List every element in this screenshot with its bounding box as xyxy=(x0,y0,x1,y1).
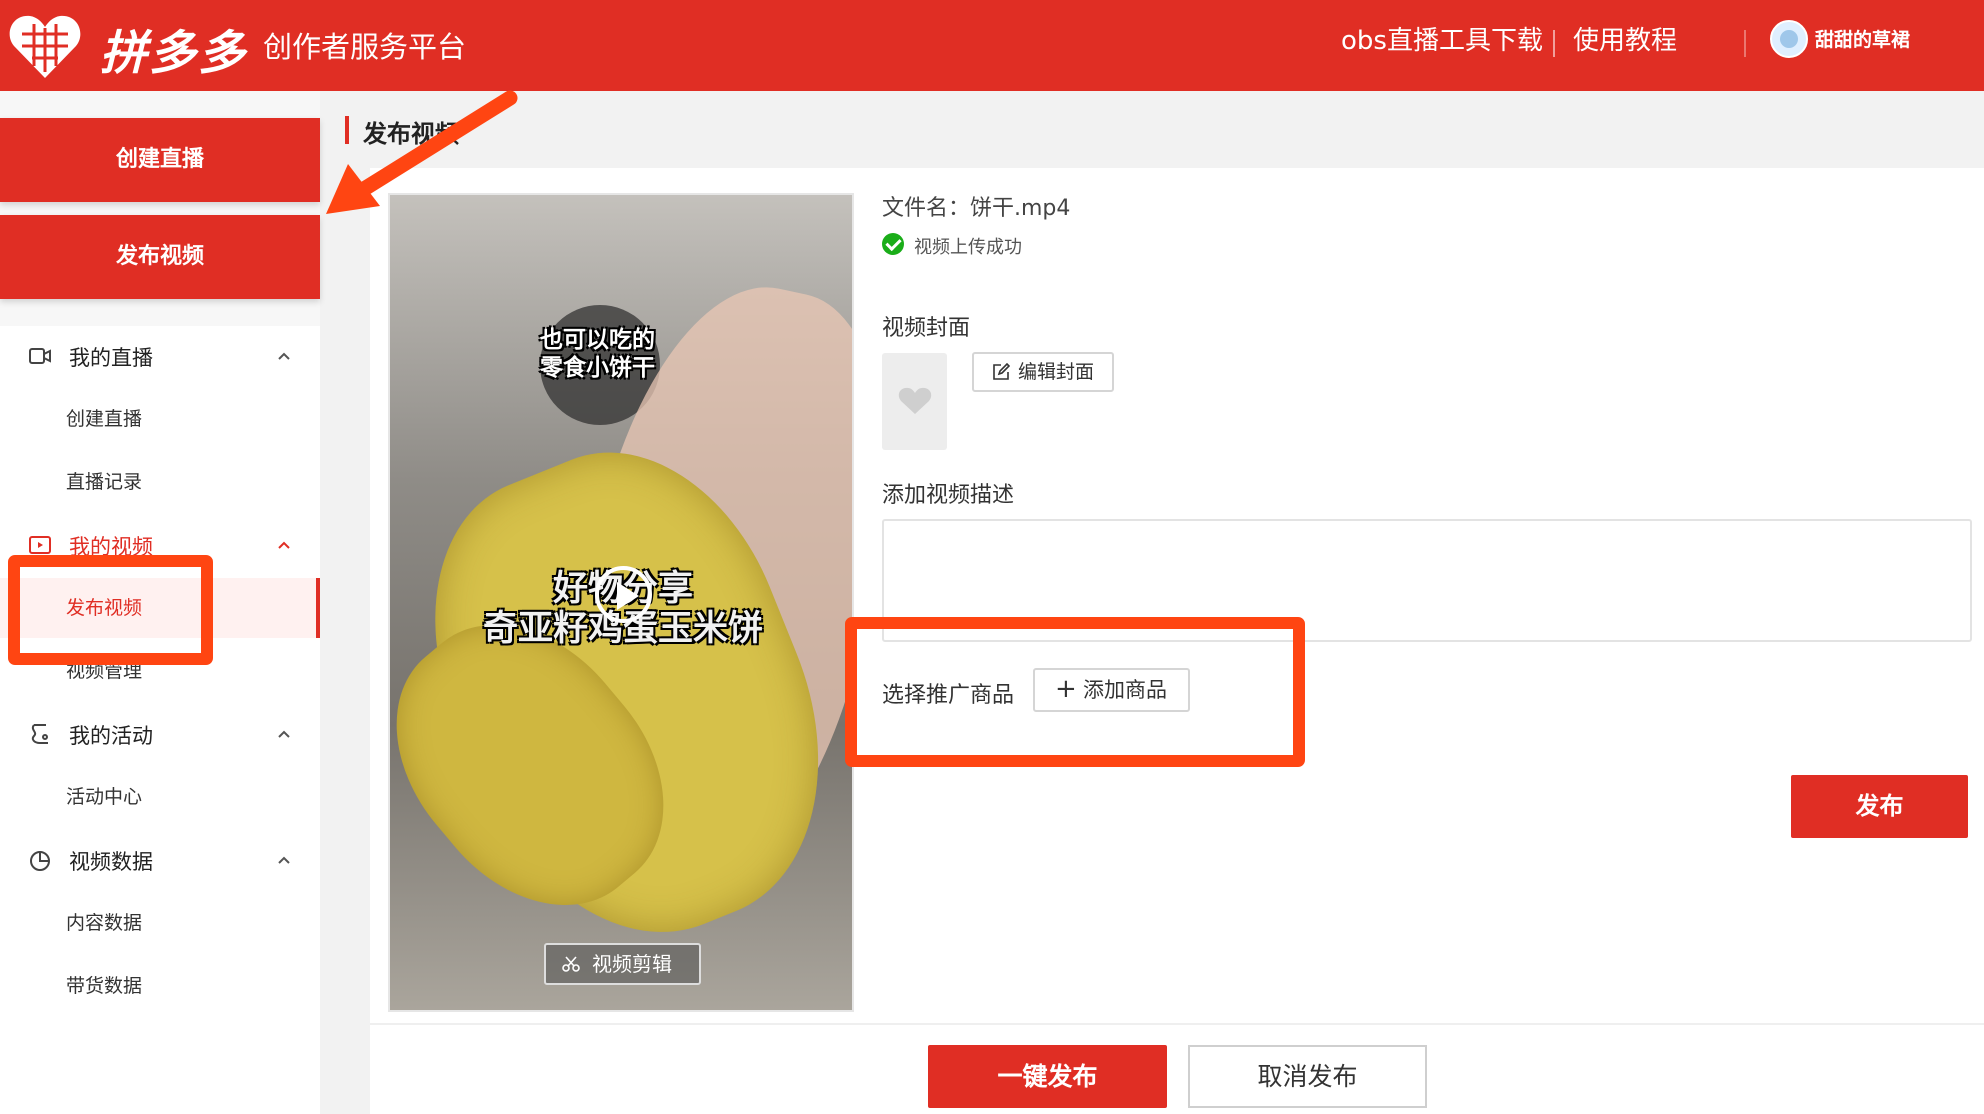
video-preview[interactable]: 也可以吃的 零食小饼干 好物分享 奇亚籽鸡蛋玉米饼 视频剪辑 xyxy=(388,193,854,1012)
one-click-publish-button[interactable]: 一键发布 xyxy=(928,1045,1167,1108)
tutorial-link[interactable]: 使用教程 xyxy=(1573,25,1677,57)
top-header: 拼多多 创作者服务平台 obs直播工具下载 使用教程 甜甜的草裙 xyxy=(0,0,1984,91)
chevron-up-icon xyxy=(278,352,290,360)
menu-group-video-stats[interactable]: 视频数据 xyxy=(0,830,320,890)
cover-thumbnail[interactable] xyxy=(882,353,947,450)
pinduoduo-logo xyxy=(9,15,81,78)
annotation-highlight-box xyxy=(8,555,213,665)
description-label: 添加视频描述 xyxy=(882,483,1015,508)
sidebar-menu: 我的直播 创建直播 直播记录 我的视频 发布视频 视频管理 我的活动 活动中心 … xyxy=(0,326,320,1114)
play-icon[interactable] xyxy=(595,566,652,623)
scissors-icon xyxy=(562,956,580,972)
main-header-strip xyxy=(344,91,1984,171)
cancel-publish-button[interactable]: 取消发布 xyxy=(1188,1045,1427,1108)
create-live-button[interactable]: 创建直播 xyxy=(0,118,320,202)
sidebar-item-activity-center[interactable]: 活动中心 xyxy=(0,767,320,827)
divider xyxy=(370,1023,1984,1025)
check-circle-icon xyxy=(882,233,904,255)
activity-icon xyxy=(31,724,48,744)
annotation-highlight-box xyxy=(845,617,1305,767)
chevron-up-icon xyxy=(278,856,290,864)
avatar[interactable] xyxy=(1770,20,1808,58)
brand-name: 拼多多 xyxy=(100,26,247,81)
header-divider xyxy=(1553,30,1555,57)
menu-group-my-activities[interactable]: 我的活动 xyxy=(0,704,320,764)
chevron-up-icon xyxy=(278,541,290,549)
video-caption: 零食小饼干 xyxy=(540,355,655,381)
header-divider xyxy=(1744,30,1746,57)
video-camera-icon xyxy=(29,348,51,364)
cover-label: 视频封面 xyxy=(882,316,971,341)
edit-icon xyxy=(993,363,1010,380)
upload-status-text: 视频上传成功 xyxy=(914,237,1022,258)
menu-group-title: 我的直播 xyxy=(69,346,153,370)
menu-group-title: 我的活动 xyxy=(69,724,153,748)
file-name: 文件名：饼干.mp4 xyxy=(882,196,1071,221)
publish-video-button[interactable]: 发布视频 xyxy=(0,215,320,299)
obs-download-link[interactable]: obs直播工具下载 xyxy=(1341,25,1543,57)
sidebar-item-create-live[interactable]: 创建直播 xyxy=(0,389,320,449)
logo-placeholder-icon xyxy=(898,387,932,414)
play-box-icon xyxy=(29,536,51,554)
edit-cover-label: 编辑封面 xyxy=(1018,361,1095,383)
sidebar-item-live-records[interactable]: 直播记录 xyxy=(0,452,320,512)
sidebar-item-sales-data[interactable]: 带货数据 xyxy=(0,956,320,1016)
pie-chart-icon xyxy=(30,851,50,871)
publish-button[interactable]: 发布 xyxy=(1791,775,1968,838)
edit-cover-button[interactable]: 编辑封面 xyxy=(972,352,1114,392)
video-edit-button[interactable]: 视频剪辑 xyxy=(544,943,701,985)
upload-status: 视频上传成功 xyxy=(882,233,1022,259)
menu-group-title: 视频数据 xyxy=(69,850,153,874)
username[interactable]: 甜甜的草裙 xyxy=(1815,25,1910,52)
annotation-arrow xyxy=(326,90,518,214)
chevron-up-icon xyxy=(278,730,290,738)
menu-group-my-live[interactable]: 我的直播 xyxy=(0,326,320,386)
brand-subtitle: 创作者服务平台 xyxy=(263,30,467,64)
video-edit-label: 视频剪辑 xyxy=(592,952,672,976)
sidebar-item-content-data[interactable]: 内容数据 xyxy=(0,893,320,953)
